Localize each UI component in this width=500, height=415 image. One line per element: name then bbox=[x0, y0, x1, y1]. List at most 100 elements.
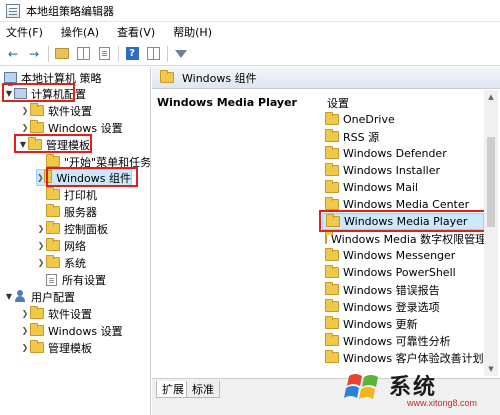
folder-icon bbox=[325, 299, 339, 312]
tab-extended[interactable]: 扩展 bbox=[156, 381, 190, 398]
back-arrow-icon[interactable]: ← bbox=[4, 45, 22, 63]
tree-item-label: 服务器 bbox=[64, 205, 97, 219]
collapse-arrow-icon[interactable]: ❯ bbox=[20, 106, 30, 115]
list-item[interactable]: Windows Messenger bbox=[322, 247, 484, 264]
folder-icon bbox=[325, 163, 339, 176]
right-pane-title: Windows 组件 bbox=[182, 71, 257, 85]
panel-icon bbox=[76, 47, 90, 60]
list-item[interactable]: Windows PowerShell bbox=[322, 264, 484, 281]
tree-item-label: 软件设置 bbox=[48, 104, 92, 118]
up-folder-button[interactable] bbox=[53, 45, 71, 63]
folder-icon bbox=[30, 120, 44, 133]
show-tree-button[interactable] bbox=[74, 45, 92, 63]
right-pane-header: Windows 组件 bbox=[152, 67, 500, 89]
help-icon: ? bbox=[125, 47, 139, 60]
folder-icon bbox=[46, 187, 60, 200]
folder-icon bbox=[30, 323, 44, 336]
folder-icon bbox=[46, 154, 60, 167]
tab-standard[interactable]: 标准 bbox=[186, 381, 220, 398]
folder-icon bbox=[46, 221, 60, 234]
properties-button[interactable] bbox=[144, 45, 162, 63]
tree-item-label: 系统 bbox=[64, 256, 86, 270]
description-title: Windows Media Player bbox=[157, 96, 297, 109]
folder-icon bbox=[30, 340, 44, 353]
tree-item-network[interactable]: ❯ 网络 bbox=[36, 237, 86, 254]
collapse-arrow-icon[interactable]: ❯ bbox=[37, 173, 44, 182]
folder-icon bbox=[325, 316, 339, 329]
collapse-arrow-icon[interactable]: ❯ bbox=[36, 224, 46, 233]
menu-file[interactable]: 文件(F) bbox=[0, 24, 52, 40]
tree-item-label: 用户配置 bbox=[31, 290, 75, 304]
folder-icon bbox=[325, 180, 339, 193]
collapse-arrow-icon[interactable]: ❯ bbox=[20, 123, 30, 132]
list-item[interactable]: Windows 可靠性分析 bbox=[322, 332, 484, 349]
window-title: 本地组策略编辑器 bbox=[26, 4, 114, 18]
list-item[interactable]: OneDrive bbox=[322, 111, 484, 128]
forward-arrow-icon[interactable]: → bbox=[25, 45, 43, 63]
settings-column-header[interactable]: 设置 bbox=[327, 95, 349, 111]
list-item[interactable]: Windows 客户体验改善计划 bbox=[322, 349, 484, 366]
help-button[interactable]: ? bbox=[123, 45, 141, 63]
scroll-up-icon[interactable]: ▲ bbox=[484, 90, 498, 104]
list-item[interactable]: Windows Media 数字权限管理 bbox=[322, 230, 484, 247]
toolbar-separator bbox=[118, 45, 119, 62]
folder-icon bbox=[325, 129, 339, 142]
folder-icon bbox=[325, 197, 339, 210]
collapse-arrow-icon[interactable]: ❯ bbox=[20, 326, 30, 335]
folder-icon bbox=[30, 306, 44, 319]
list-item[interactable]: Windows 错误报告 bbox=[322, 281, 484, 298]
tree-item-label: 软件设置 bbox=[48, 307, 92, 321]
folder-icon bbox=[325, 282, 339, 295]
watermark: 系统 www.xitong8.com bbox=[335, 365, 498, 413]
list-item[interactable]: Windows 登录选项 bbox=[322, 298, 484, 315]
menu-action[interactable]: 操作(A) bbox=[52, 24, 108, 40]
folder-icon bbox=[325, 146, 339, 159]
folder-icon bbox=[46, 204, 60, 217]
properties-icon bbox=[146, 47, 160, 60]
list-item[interactable]: Windows Mail bbox=[322, 179, 484, 196]
tree-item-label: 所有设置 bbox=[62, 273, 106, 287]
watermark-brand: 系统 bbox=[389, 374, 438, 400]
menu-help[interactable]: 帮助(H) bbox=[164, 24, 221, 40]
toolbar-separator bbox=[48, 45, 49, 62]
tree-item-software-settings[interactable]: ❯ 软件设置 bbox=[20, 102, 92, 119]
tree-item-user-admin-templates[interactable]: ❯ 管理模板 bbox=[20, 339, 92, 356]
tree-item-all-settings[interactable]: 所有设置 bbox=[46, 271, 106, 288]
title-bar: 本地组策略编辑器 bbox=[0, 0, 500, 22]
tree-item-user-config[interactable]: ▼ 用户配置 bbox=[4, 288, 75, 305]
collapse-arrow-icon[interactable]: ❯ bbox=[20, 343, 30, 352]
filter-icon bbox=[175, 49, 187, 58]
highlight-box bbox=[46, 167, 138, 187]
tree-item-user-windows-settings[interactable]: ❯ Windows 设置 bbox=[20, 322, 123, 339]
tree-item-label: 打印机 bbox=[64, 188, 97, 202]
scrollbar-thumb[interactable] bbox=[487, 137, 495, 227]
collapse-arrow-icon[interactable]: ❯ bbox=[20, 309, 30, 318]
tree-item-label: 控制面板 bbox=[64, 222, 108, 236]
export-list-button[interactable] bbox=[95, 45, 113, 63]
tree-item-label: 管理模板 bbox=[48, 341, 92, 355]
list-item[interactable]: Windows 更新 bbox=[322, 315, 484, 332]
list-item[interactable]: Windows Installer bbox=[322, 162, 484, 179]
tree-item-control-panel[interactable]: ❯ 控制面板 bbox=[36, 220, 108, 237]
folder-icon bbox=[325, 231, 333, 244]
tree-item-user-software-settings[interactable]: ❯ 软件设置 bbox=[20, 305, 92, 322]
filter-button[interactable] bbox=[172, 45, 190, 63]
tree-item-server[interactable]: 服务器 bbox=[36, 203, 97, 220]
list-item[interactable]: Windows Defender bbox=[322, 145, 484, 162]
folder-icon bbox=[325, 248, 339, 261]
folder-icon bbox=[46, 255, 60, 268]
tree-item-system[interactable]: ❯ 系统 bbox=[36, 254, 86, 271]
vertical-scrollbar[interactable]: ▲ ▼ bbox=[484, 90, 498, 376]
highlight-box bbox=[14, 134, 92, 153]
expand-arrow-icon[interactable]: ▼ bbox=[4, 292, 14, 301]
highlight-box bbox=[2, 83, 75, 102]
menu-view[interactable]: 查看(V) bbox=[108, 24, 164, 40]
highlight-box bbox=[319, 210, 487, 232]
list-item[interactable]: RSS 源 bbox=[322, 128, 484, 145]
folder-icon bbox=[160, 70, 174, 83]
collapse-arrow-icon[interactable]: ❯ bbox=[36, 241, 46, 250]
folder-icon bbox=[30, 103, 44, 116]
collapse-arrow-icon[interactable]: ❯ bbox=[36, 258, 46, 267]
tree-item-printers[interactable]: 打印机 bbox=[36, 186, 97, 203]
watermark-url: www.xitong8.com bbox=[407, 398, 478, 408]
